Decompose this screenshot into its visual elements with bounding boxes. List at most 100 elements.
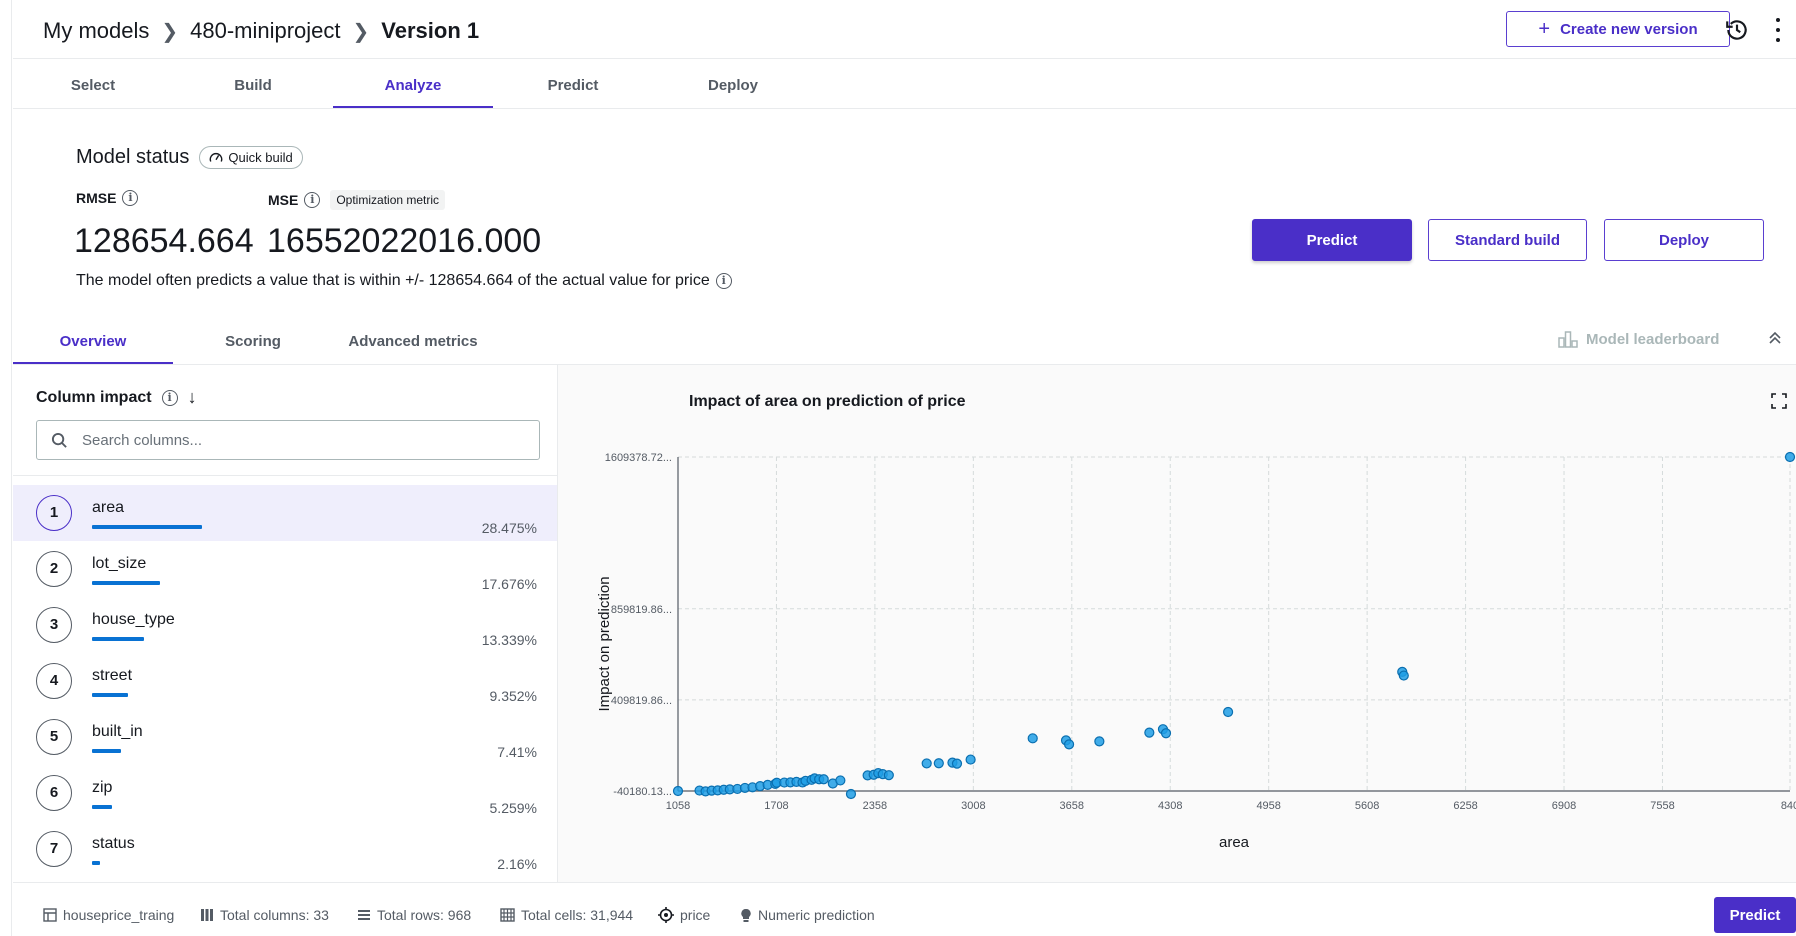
column-impact-row[interactable]: 7 status 2.16% [13, 821, 557, 877]
info-icon[interactable]: i [715, 273, 732, 289]
impact-bar [92, 525, 202, 529]
predict-button[interactable]: Predict [1252, 219, 1412, 261]
tab-analyze[interactable]: Analyze [333, 60, 493, 108]
footer-bar: houseprice_traing Total columns: 33 Tota… [13, 882, 1796, 936]
impact-bar [92, 805, 113, 809]
mse-value: 16552022016.000 [267, 222, 542, 260]
column-impact-panel: Column impact i ↓ 1area28.475%2lot_size1… [13, 365, 558, 882]
tab-deploy[interactable]: Deploy [653, 60, 813, 108]
data-point [835, 775, 846, 786]
info-icon[interactable]: i [122, 190, 139, 206]
column-impact-header: Column impact i ↓ [36, 387, 197, 408]
model-leaderboard-link[interactable]: Model leaderboard [1558, 330, 1719, 348]
sort-descending-icon[interactable]: ↓ [188, 387, 197, 408]
more-options-icon[interactable] [1774, 18, 1782, 42]
status-description-text: The model often predicts a value that is… [76, 272, 710, 289]
y-axis-label: Impact on prediction [596, 576, 613, 711]
column-name: house_type [92, 611, 175, 628]
problem-type: Numeric prediction [758, 907, 875, 923]
column-impact-row[interactable]: 2 lot_size 17.676% [13, 541, 557, 597]
data-point [1222, 706, 1234, 718]
column-impact-row[interactable]: 5 built_in 7.41% [13, 709, 557, 765]
total-cells-info: Total cells: 31,944 [500, 907, 633, 923]
total-columns-info: Total columns: 33 [200, 907, 329, 923]
tab-scoring[interactable]: Scoring [173, 321, 333, 364]
model-status-label: Model status [76, 146, 190, 168]
search-columns-input[interactable] [82, 431, 502, 449]
data-point [933, 758, 944, 769]
tab-overview[interactable]: Overview [13, 321, 173, 364]
tab-select[interactable]: Select [13, 60, 173, 108]
model-status-description: The model often predicts a value that is… [76, 272, 732, 290]
column-name: built_in [92, 723, 143, 740]
x-tick-label: 4958 [1256, 800, 1280, 812]
create-new-version-label: Create new version [1560, 20, 1698, 38]
column-name: status [92, 835, 135, 852]
data-point [965, 754, 976, 765]
column-impact-row[interactable]: 6 zip 5.259% [13, 765, 557, 821]
data-point [883, 770, 894, 781]
column-impact-row[interactable]: 1 area 28.475% [13, 485, 557, 541]
breadcrumb-project[interactable]: 480-miniproject [190, 18, 340, 44]
rank-badge: 5 [36, 719, 72, 755]
total-columns: Total columns: 33 [220, 907, 329, 923]
rank-badge: 4 [36, 663, 72, 699]
data-point [1784, 451, 1796, 463]
x-tick-label: 4308 [1158, 800, 1182, 812]
scatter-chart: 1058 1708 2358 3008 3658 4308 4958 5608 6258 6908… [596, 451, 1796, 851]
plus-icon: + [1538, 17, 1551, 40]
history-icon[interactable] [1724, 17, 1750, 43]
breadcrumb-current: Version 1 [381, 18, 480, 43]
divider [13, 475, 557, 476]
rmse-label: RMSE [76, 190, 117, 206]
x-axis-label: area [1219, 834, 1250, 851]
column-impact-row[interactable]: 4 street 9.352% [13, 653, 557, 709]
dataset-info: houseprice_traing [43, 907, 174, 923]
standard-build-button[interactable]: Standard build [1428, 219, 1587, 261]
tab-predict[interactable]: Predict [493, 60, 653, 108]
search-columns-field[interactable] [36, 420, 540, 460]
target-column-info: price [658, 907, 710, 923]
breadcrumb-my-models[interactable]: My models [43, 18, 149, 44]
data-point [672, 785, 684, 797]
column-impact-row[interactable]: 3 house_type 13.339% [13, 597, 557, 653]
left-rail [0, 0, 12, 936]
model-status-title: Model status Quick build [76, 146, 303, 169]
footer-predict-button[interactable]: Predict [1714, 897, 1796, 933]
column-name: zip [92, 779, 113, 796]
search-icon [51, 432, 67, 448]
info-icon[interactable]: i [161, 389, 178, 406]
tab-build[interactable]: Build [173, 60, 333, 108]
top-header: My models ❯ 480-miniproject ❯ Version 1 … [13, 0, 1796, 59]
column-impact-list: 1 area 28.475% 2 lot_size 17.676% 3 house_type 1… [13, 485, 557, 877]
impact-percent: 7.41% [497, 744, 537, 760]
create-new-version-button[interactable]: + Create new version [1506, 11, 1730, 47]
y-tick-label: 1609378.72... [605, 452, 672, 464]
data-point [1160, 728, 1172, 739]
info-icon[interactable]: i [304, 192, 321, 208]
rows-icon [358, 910, 370, 920]
impact-percent: 28.475% [481, 520, 537, 536]
total-cells: Total cells: 31,944 [521, 907, 634, 923]
impact-percent: 9.352% [489, 688, 537, 704]
rank-badge: 1 [36, 495, 72, 531]
sub-tabs: Overview Scoring Advanced metrics [13, 321, 493, 364]
impact-percent: 17.676% [481, 576, 537, 592]
table-icon [43, 908, 57, 922]
column-name: street [92, 667, 133, 684]
impact-bar [92, 637, 144, 641]
x-tick-label: 3008 [961, 800, 985, 812]
leaderboard-icon [1558, 331, 1578, 348]
data-point [845, 788, 857, 800]
collapse-icon[interactable] [1768, 331, 1782, 345]
chevron-right-icon: ❯ [161, 20, 179, 43]
rmse-value: 128654.664 [74, 222, 254, 260]
impact-percent: 5.259% [489, 800, 537, 816]
x-tick-label: 6908 [1552, 800, 1576, 812]
gauge-icon [210, 152, 223, 162]
dataset-name: houseprice_traing [63, 907, 175, 923]
tab-advanced-metrics[interactable]: Advanced metrics [333, 321, 493, 364]
app-root: My models ❯ 480-miniproject ❯ Version 1 … [0, 0, 1796, 936]
lightbulb-icon [741, 908, 751, 922]
deploy-button[interactable]: Deploy [1604, 219, 1764, 261]
